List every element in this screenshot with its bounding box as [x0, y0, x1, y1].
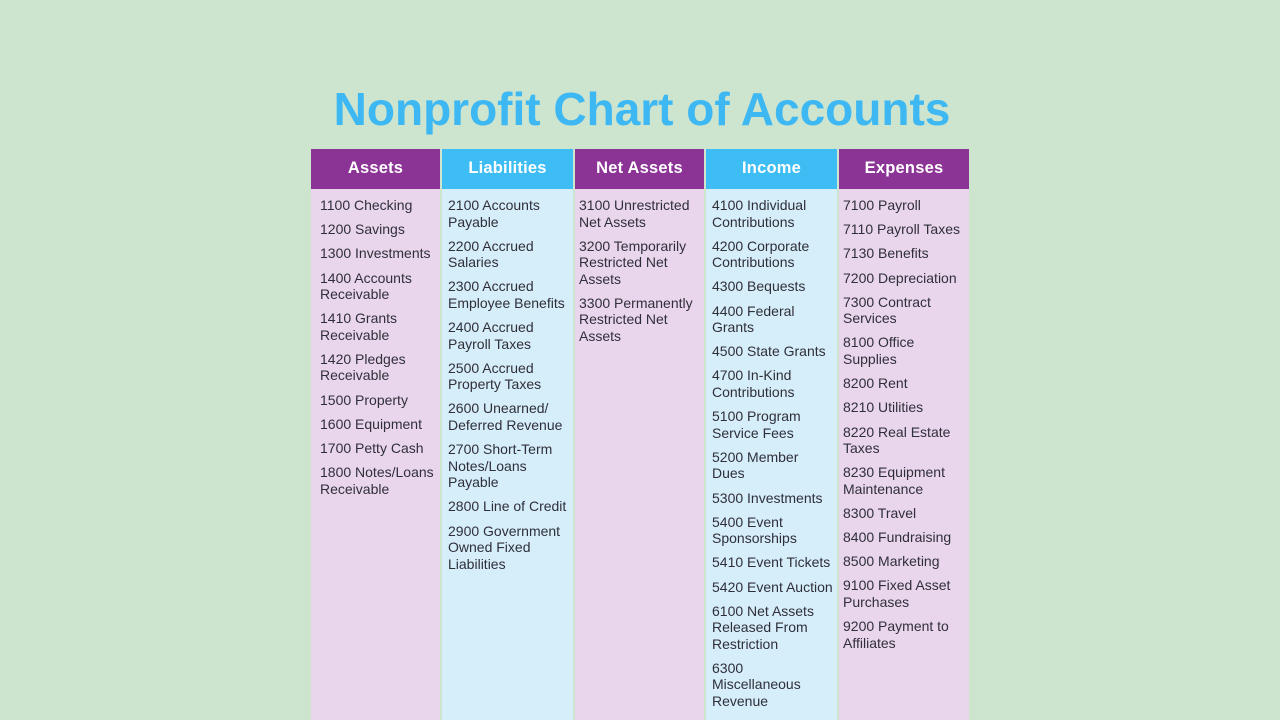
account-item: 3100 Unrestricted Net Assets: [579, 197, 690, 230]
account-item: 4700 In-Kind Contributions: [712, 367, 795, 400]
account-item: 8100 Office Supplies: [843, 334, 915, 367]
account-item: 3200 Temporarily Restricted Net Assets: [579, 237, 687, 287]
account-item: 9200 Payment to Affiliates: [843, 618, 949, 651]
column-body-net-assets: 3100 Unrestricted Net Assets 3200 Tempora…: [575, 189, 704, 720]
account-item: 2300 Accrued Employee Benefits: [448, 278, 565, 311]
column-header-liabilities: Liabilities: [442, 149, 573, 189]
column-header-expenses: Expenses: [839, 149, 969, 189]
account-item: 4400 Federal Grants: [712, 302, 795, 336]
column-expenses: Expenses 7100 Payroll 7110 Payroll Taxes 7…: [839, 149, 969, 720]
account-item: 5300 Investments: [712, 489, 823, 506]
account-item: 2600 Unearned/ Deferred Revenue: [448, 400, 563, 433]
account-item: 6100 Net Assets Released From Restrictio…: [712, 602, 814, 652]
account-item: 5100 Program Service Fees: [712, 408, 801, 441]
column-net-assets: Net Assets 3100 Unrestricted Net Assets 3…: [575, 149, 704, 720]
account-item: 8230 Equipment Maintenance: [843, 464, 945, 497]
account-item: 7130 Benefits: [843, 245, 929, 262]
account-item: 7100 Payroll: [843, 197, 921, 213]
column-header-assets: Assets: [311, 149, 440, 189]
account-item: 4500 State Grants: [712, 343, 826, 360]
account-item: 7300 Contract Services: [843, 293, 931, 327]
account-item: 2800 Line of Credit: [448, 498, 567, 515]
account-item: 3300 Permanently Restricted Net Assets: [579, 294, 693, 344]
account-item: 8400 Fundraising: [843, 529, 952, 546]
account-item: 1700 Petty Cash: [320, 440, 424, 456]
page-title: Nonprofit Chart of Accounts: [333, 83, 951, 135]
account-item: 2200 Accrued Salaries: [448, 237, 534, 271]
account-item: 8220 Real Estate Taxes: [843, 423, 951, 457]
account-item: 5200 Member Dues: [712, 448, 799, 482]
account-item: 6300 Miscellaneous Revenue: [712, 659, 801, 709]
account-item: 7110 Payroll Taxes: [843, 221, 960, 238]
account-item: 2400 Accrued Payroll Taxes: [448, 319, 534, 352]
account-item: 8500 Marketing: [843, 553, 940, 570]
account-item: 4100 Individual Contributions: [712, 197, 807, 230]
account-item: 1100 Checking: [320, 197, 413, 213]
account-item: 4200 Corporate Contributions: [712, 237, 810, 271]
column-assets: Assets 1100 Checking 1200 Savings 1300 Inv…: [311, 149, 440, 720]
column-header-net-assets: Net Assets: [575, 149, 704, 189]
account-item: 4300 Bequests: [712, 278, 806, 295]
chart-of-accounts-table: Assets 1100 Checking 1200 Savings 1300 Inv…: [311, 149, 969, 720]
account-item: 8300 Travel: [843, 504, 917, 521]
account-item: 9100 Fixed Asset Purchases: [843, 577, 951, 610]
account-item: 1500 Property: [320, 391, 408, 408]
account-item: 1300 Investments: [320, 245, 431, 262]
account-item: 1410 Grants Receivable: [320, 310, 398, 343]
column-body-expenses: 7100 Payroll 7110 Payroll Taxes 7130 Benef…: [839, 189, 969, 720]
account-item: 1200 Savings: [320, 221, 405, 238]
account-item: 2100 Accounts Payable: [448, 197, 540, 230]
account-item: 1400 Accounts Receivable: [320, 269, 412, 303]
account-item: 8200 Rent: [843, 375, 908, 392]
account-item: 1800 Notes/Loans Receivable: [320, 464, 434, 497]
column-body-liabilities: 2100 Accounts Payable 2200 Accrued Salari…: [442, 189, 573, 720]
column-liabilities: Liabilities 2100 Accounts Payable 2200 Ac…: [442, 149, 573, 720]
account-item: 2900 Government Owned Fixed Liabilities: [448, 522, 561, 572]
column-body-assets: 1100 Checking 1200 Savings 1300 Investment…: [311, 189, 440, 720]
account-item: 5400 Event Sponsorships: [712, 513, 797, 547]
account-item: 7200 Depreciation: [843, 269, 957, 286]
account-item: 5420 Event Auction: [712, 578, 833, 595]
account-item: 1600 Equipment: [320, 415, 422, 432]
column-body-income: 4100 Individual Contributions 4200 Corpor…: [706, 189, 837, 720]
account-item: 5410 Event Tickets: [712, 554, 831, 571]
column-income: Income 4100 Individual Contributions 4200…: [706, 149, 837, 720]
column-header-income: Income: [706, 149, 837, 189]
account-item: 1420 Pledges Receivable: [320, 350, 406, 384]
account-item: 2500 Accrued Property Taxes: [448, 359, 542, 393]
account-item: 2700 Short-Term Notes/Loans Payable: [448, 441, 553, 491]
account-item: 8210 Utilities: [843, 399, 924, 416]
